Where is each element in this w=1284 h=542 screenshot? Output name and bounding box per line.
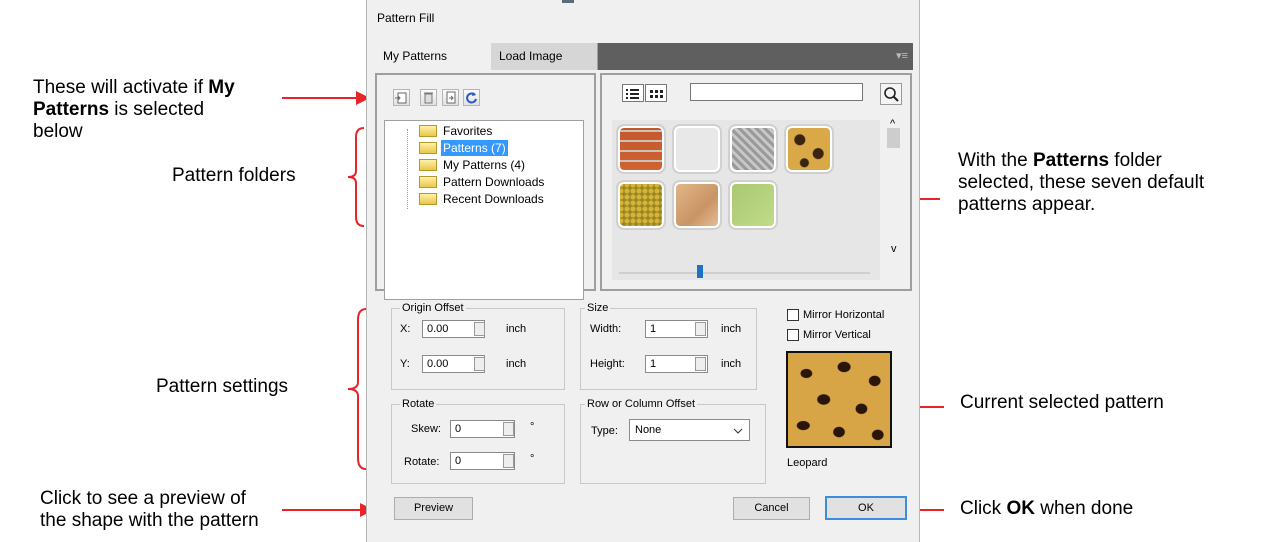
pattern-thumb-stone[interactable] bbox=[672, 180, 722, 230]
rotate-spinner[interactable] bbox=[503, 454, 514, 468]
current-pattern-preview bbox=[786, 351, 892, 448]
toolbar-arrow bbox=[282, 97, 358, 99]
zoom-slider-handle[interactable] bbox=[697, 265, 703, 278]
tab-menu-icon[interactable]: ▾≡ bbox=[890, 43, 914, 70]
list-view-button[interactable] bbox=[622, 84, 644, 102]
rotate-label: Rotate: bbox=[404, 456, 440, 468]
ok-button[interactable]: OK bbox=[825, 496, 907, 520]
dialog-title: Pattern Fill bbox=[377, 11, 435, 25]
preview-arrow bbox=[282, 509, 362, 511]
x-label: X: bbox=[400, 323, 411, 335]
search-icon bbox=[884, 87, 899, 102]
width-label: Width: bbox=[590, 323, 622, 335]
height-unit-label: inch bbox=[721, 358, 742, 370]
pattern-settings-brace bbox=[346, 308, 367, 470]
add-folder-icon bbox=[395, 92, 407, 104]
folder-icon bbox=[419, 176, 437, 188]
folder-icon bbox=[419, 142, 437, 154]
patterns-annotation: With the Patterns folder selected, these… bbox=[958, 150, 1205, 215]
rotate-group bbox=[391, 404, 565, 484]
tab-load-image[interactable]: Load Image bbox=[491, 43, 598, 70]
pattern-grid bbox=[612, 120, 880, 280]
search-button[interactable] bbox=[880, 83, 902, 105]
origin-offset-legend: Origin Offset bbox=[400, 302, 466, 314]
pattern-thumb-yellow-scales[interactable] bbox=[616, 180, 666, 230]
pattern-thumb-diamond-plate[interactable] bbox=[728, 124, 778, 174]
ok-annotation: Click OK when done bbox=[960, 498, 1134, 519]
type-select[interactable]: None bbox=[629, 419, 750, 441]
grid-view-icon bbox=[650, 90, 663, 98]
folder-icon bbox=[419, 159, 437, 171]
import-icon bbox=[446, 91, 456, 104]
dialog-top-accent bbox=[562, 0, 574, 3]
x-unit-label: inch bbox=[506, 323, 527, 335]
refresh-icon bbox=[466, 92, 477, 104]
grid-view-button[interactable] bbox=[645, 84, 667, 102]
list-view-icon bbox=[626, 89, 639, 99]
pattern-thumb-green-paper[interactable] bbox=[728, 180, 778, 230]
x-offset-spinner[interactable] bbox=[474, 322, 485, 336]
current-pattern-annotation: Current selected pattern bbox=[960, 392, 1164, 413]
folder-tree: Favorites Patterns (7) My Patterns (4) P… bbox=[384, 120, 584, 300]
y-offset-spinner[interactable] bbox=[474, 357, 485, 371]
row-column-offset-group bbox=[580, 404, 766, 484]
height-spinner[interactable] bbox=[695, 357, 706, 371]
pattern-thumb-light-gray[interactable] bbox=[672, 124, 722, 174]
import-button[interactable] bbox=[442, 89, 459, 106]
current-pattern-name: Leopard bbox=[787, 457, 828, 469]
chevron-down-icon bbox=[733, 428, 743, 434]
type-label: Type: bbox=[591, 425, 618, 437]
ok-arrow bbox=[920, 509, 944, 511]
pattern-settings-label: Pattern settings bbox=[156, 376, 289, 397]
mirror-horizontal-label: Mirror Horizontal bbox=[803, 309, 885, 321]
scrollbar-thumb[interactable] bbox=[887, 128, 900, 148]
width-spinner[interactable] bbox=[695, 322, 706, 336]
trash-icon bbox=[424, 92, 433, 104]
add-folder-button[interactable] bbox=[393, 89, 410, 106]
pattern-thumb-leopard[interactable] bbox=[784, 124, 834, 174]
scroll-down-icon[interactable]: v bbox=[891, 243, 897, 255]
y-label: Y: bbox=[400, 358, 410, 370]
toolbar-annotation: These will activate if My Patterns is se… bbox=[33, 77, 235, 142]
y-unit-label: inch bbox=[506, 358, 527, 370]
skew-label: Skew: bbox=[411, 423, 441, 435]
rotate-unit: ° bbox=[530, 453, 535, 465]
skew-spinner[interactable] bbox=[503, 422, 514, 436]
search-input[interactable] bbox=[690, 83, 863, 101]
pattern-folders-label: Pattern folders bbox=[172, 165, 296, 186]
preview-button[interactable]: Preview bbox=[394, 497, 473, 520]
mirror-horizontal-checkbox[interactable] bbox=[787, 309, 799, 321]
mirror-vertical-checkbox[interactable] bbox=[787, 329, 799, 341]
height-label: Height: bbox=[590, 358, 625, 370]
mirror-vertical-label: Mirror Vertical bbox=[803, 329, 871, 341]
pattern-folders-brace bbox=[347, 127, 365, 227]
width-unit-label: inch bbox=[721, 323, 742, 335]
size-legend: Size bbox=[585, 302, 611, 314]
refresh-button[interactable] bbox=[463, 89, 480, 106]
delete-button[interactable] bbox=[420, 89, 437, 106]
pattern-thumb-brick[interactable] bbox=[616, 124, 666, 174]
folder-icon bbox=[419, 125, 437, 137]
rotate-legend: Rotate bbox=[400, 398, 437, 410]
skew-unit: ° bbox=[530, 421, 535, 433]
zoom-slider-track[interactable] bbox=[619, 272, 870, 274]
tab-my-patterns[interactable]: My Patterns bbox=[373, 43, 491, 70]
cancel-button[interactable]: Cancel bbox=[733, 497, 810, 520]
tree-line bbox=[407, 129, 408, 209]
row-column-offset-legend: Row or Column Offset bbox=[585, 398, 698, 410]
folder-icon bbox=[419, 193, 437, 205]
